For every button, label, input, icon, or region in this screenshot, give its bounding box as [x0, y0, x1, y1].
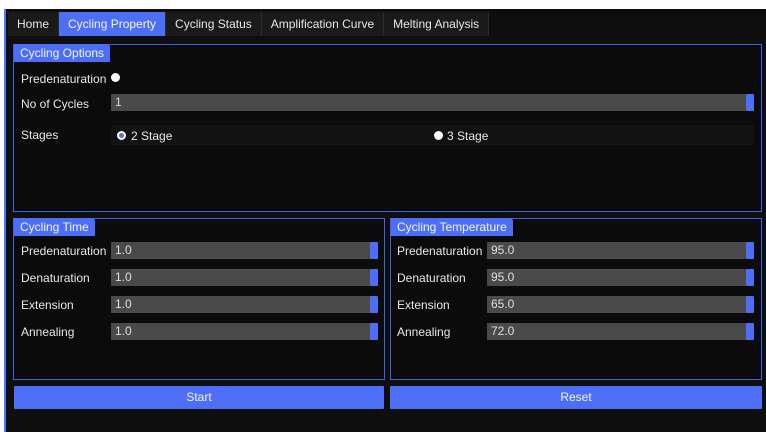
temp-predenaturation-value: 95.0	[491, 243, 515, 257]
tab-cycling-status[interactable]: Cycling Status	[166, 12, 262, 36]
cycling-temperature-panel: Cycling Temperature Predenaturation 95.0…	[390, 218, 762, 380]
time-annealing-label: Annealing	[21, 325, 75, 339]
cycling-time-panel: Cycling Time Predenaturation 1.0 Denatur…	[13, 218, 385, 380]
tab-amplification-curve[interactable]: Amplification Curve	[261, 12, 385, 36]
time-extension-spin-handle[interactable]	[370, 296, 378, 313]
temp-extension-spin-handle[interactable]	[746, 296, 754, 313]
predenaturation-option-label: Predenaturation	[21, 72, 107, 86]
temp-extension-value: 65.0	[491, 297, 515, 311]
temp-denaturation-input[interactable]: 95.0	[487, 269, 754, 286]
stage-3-radio[interactable]	[434, 131, 443, 140]
temp-predenaturation-input[interactable]: 95.0	[487, 242, 754, 259]
time-predenaturation-input[interactable]: 1.0	[111, 242, 378, 259]
time-denaturation-value: 1.0	[115, 270, 132, 284]
temp-denaturation-spin-handle[interactable]	[746, 269, 754, 286]
temp-annealing-input[interactable]: 72.0	[487, 323, 754, 340]
time-extension-label: Extension	[21, 298, 74, 312]
time-predenaturation-label: Predenaturation	[21, 244, 107, 258]
temp-extension-input[interactable]: 65.0	[487, 296, 754, 313]
time-annealing-spin-handle[interactable]	[370, 323, 378, 340]
time-extension-value: 1.0	[115, 297, 132, 311]
predenaturation-checkbox[interactable]	[111, 73, 120, 82]
tab-home[interactable]: Home	[8, 12, 60, 36]
stage-2-label[interactable]: 2 Stage	[131, 129, 172, 143]
time-denaturation-label: Denaturation	[21, 271, 90, 285]
cycling-temperature-title: Cycling Temperature	[391, 218, 513, 236]
time-predenaturation-spin-handle[interactable]	[370, 242, 378, 259]
stage-3-label[interactable]: 3 Stage	[447, 129, 488, 143]
time-predenaturation-value: 1.0	[115, 243, 132, 257]
temp-predenaturation-label: Predenaturation	[397, 244, 483, 258]
reset-button[interactable]: Reset	[390, 386, 762, 409]
temp-predenaturation-spin-handle[interactable]	[746, 242, 754, 259]
stages-label: Stages	[21, 128, 59, 142]
no-of-cycles-value: 1	[115, 95, 122, 109]
temp-denaturation-label: Denaturation	[397, 271, 466, 285]
time-annealing-value: 1.0	[115, 324, 132, 338]
time-denaturation-spin-handle[interactable]	[370, 269, 378, 286]
cycling-options-title: Cycling Options	[14, 44, 111, 62]
start-button[interactable]: Start	[14, 386, 384, 409]
no-of-cycles-label: No of Cycles	[21, 97, 90, 111]
tab-bar: Home Cycling Property Cycling Status Amp…	[8, 12, 490, 36]
cycling-options-panel: Cycling Options Predenaturation No of Cy…	[13, 44, 762, 212]
cycling-time-title: Cycling Time	[14, 218, 95, 236]
temp-extension-label: Extension	[397, 298, 450, 312]
temp-denaturation-value: 95.0	[491, 270, 515, 284]
stage-2-radio[interactable]	[117, 131, 126, 140]
time-extension-input[interactable]: 1.0	[111, 296, 378, 313]
tab-melting-analysis[interactable]: Melting Analysis	[384, 12, 490, 36]
temp-annealing-value: 72.0	[491, 324, 515, 338]
time-denaturation-input[interactable]: 1.0	[111, 269, 378, 286]
time-annealing-input[interactable]: 1.0	[111, 323, 378, 340]
temp-annealing-label: Annealing	[397, 325, 451, 339]
tab-cycling-property[interactable]: Cycling Property	[59, 12, 167, 36]
stages-group	[111, 125, 754, 145]
app-window: Home Cycling Property Cycling Status Amp…	[0, 0, 766, 432]
temp-annealing-spin-handle[interactable]	[746, 323, 754, 340]
no-of-cycles-spin-handle[interactable]	[746, 94, 754, 111]
no-of-cycles-input[interactable]: 1	[111, 94, 754, 111]
